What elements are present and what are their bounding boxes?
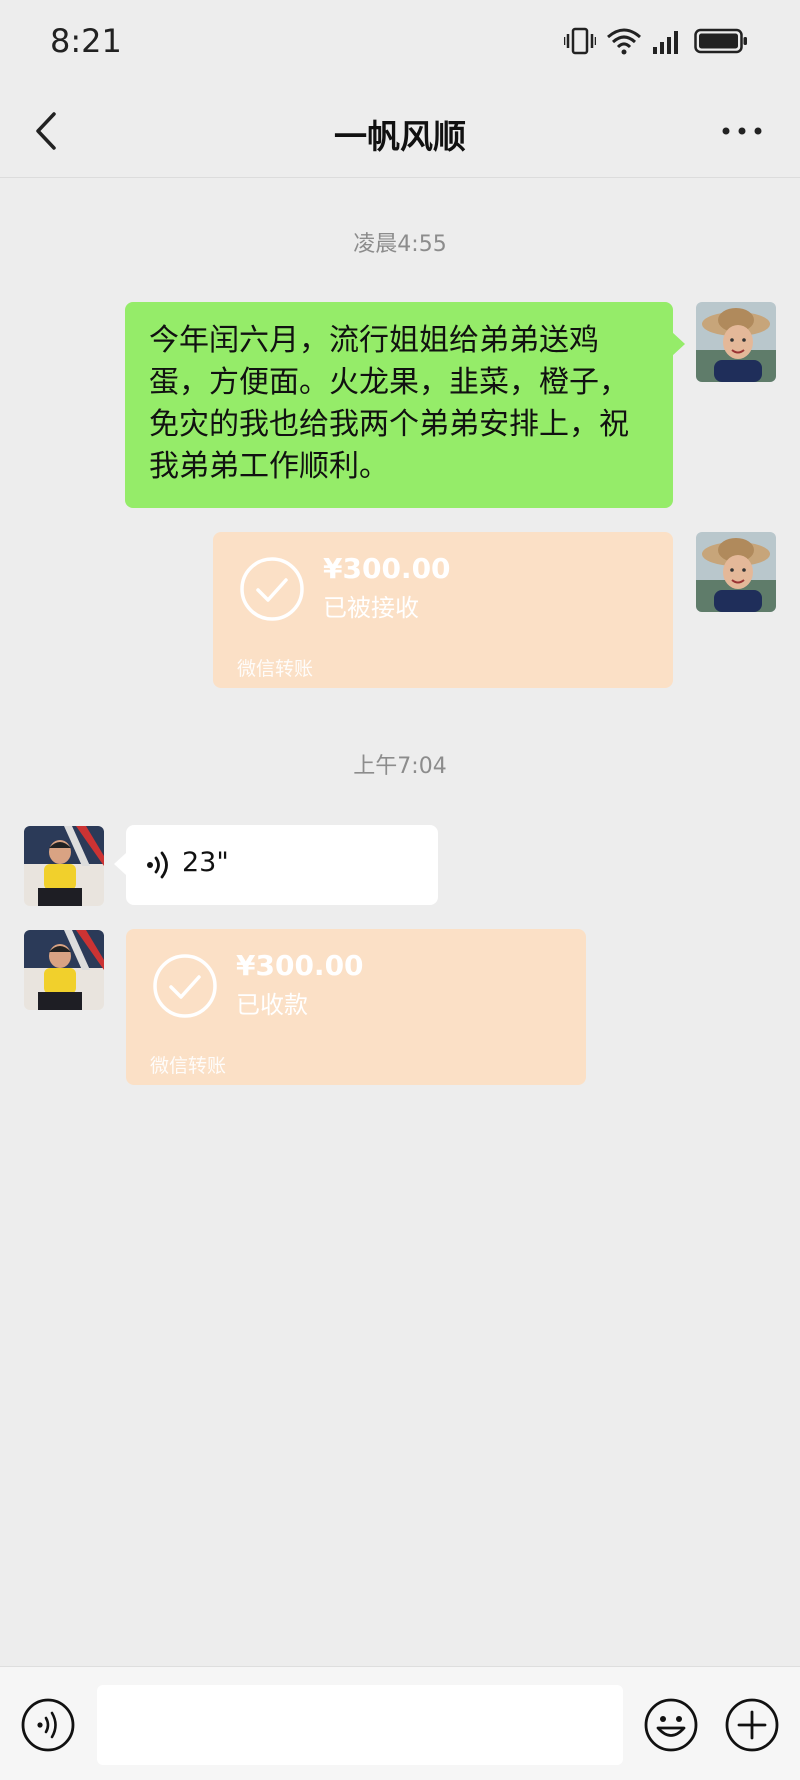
message-input[interactable] — [97, 1685, 623, 1765]
signal-icon — [653, 31, 678, 54]
transfer-status: 已收款 — [236, 991, 308, 1019]
transfer-amount: ¥300.00 — [323, 552, 451, 585]
voice-mode-icon[interactable] — [20, 1697, 76, 1753]
transfer-card-incoming[interactable]: ¥300.00 已收款 微信转账 — [126, 929, 586, 1085]
voice-wave-icon — [147, 851, 168, 879]
status-icons — [564, 26, 748, 56]
check-circle-icon — [240, 557, 304, 621]
transfer-label: 微信转账 — [237, 658, 314, 680]
message-timestamp: 凌晨4:55 — [353, 232, 447, 257]
battery-icon — [694, 28, 747, 54]
avatar[interactable] — [696, 532, 776, 612]
message-timestamp: 上午7:04 — [353, 754, 447, 779]
status-bar: 8:21 — [0, 0, 800, 84]
input-bar — [0, 1666, 800, 1780]
transfer-status: 已被接收 — [323, 594, 419, 622]
emoji-icon[interactable] — [643, 1697, 699, 1753]
wifi-icon — [607, 28, 641, 55]
check-circle-icon — [153, 954, 217, 1018]
vibrate-icon — [564, 27, 596, 55]
transfer-label: 微信转账 — [150, 1055, 227, 1077]
more-horizontal-icon[interactable] — [720, 114, 764, 148]
chat-header: 一帆风顺 — [0, 84, 800, 178]
avatar[interactable] — [696, 302, 776, 382]
outgoing-text-message[interactable]: 今年闰六月，流行姐姐给弟弟送鸡蛋，方便面。火龙果，韭菜，橙子，免灾的我也给我两个… — [125, 302, 685, 508]
transfer-amount: ¥300.00 — [236, 949, 364, 982]
avatar[interactable] — [24, 930, 104, 1010]
avatar[interactable] — [24, 826, 104, 906]
status-time: 8:21 — [50, 22, 122, 60]
voice-message[interactable]: 23" — [114, 825, 438, 905]
voice-duration: 23" — [182, 847, 229, 878]
transfer-card-outgoing[interactable]: ¥300.00 已被接收 微信转账 — [213, 532, 673, 688]
chat-title: 一帆风顺 — [334, 117, 466, 156]
plus-icon[interactable] — [724, 1697, 780, 1753]
